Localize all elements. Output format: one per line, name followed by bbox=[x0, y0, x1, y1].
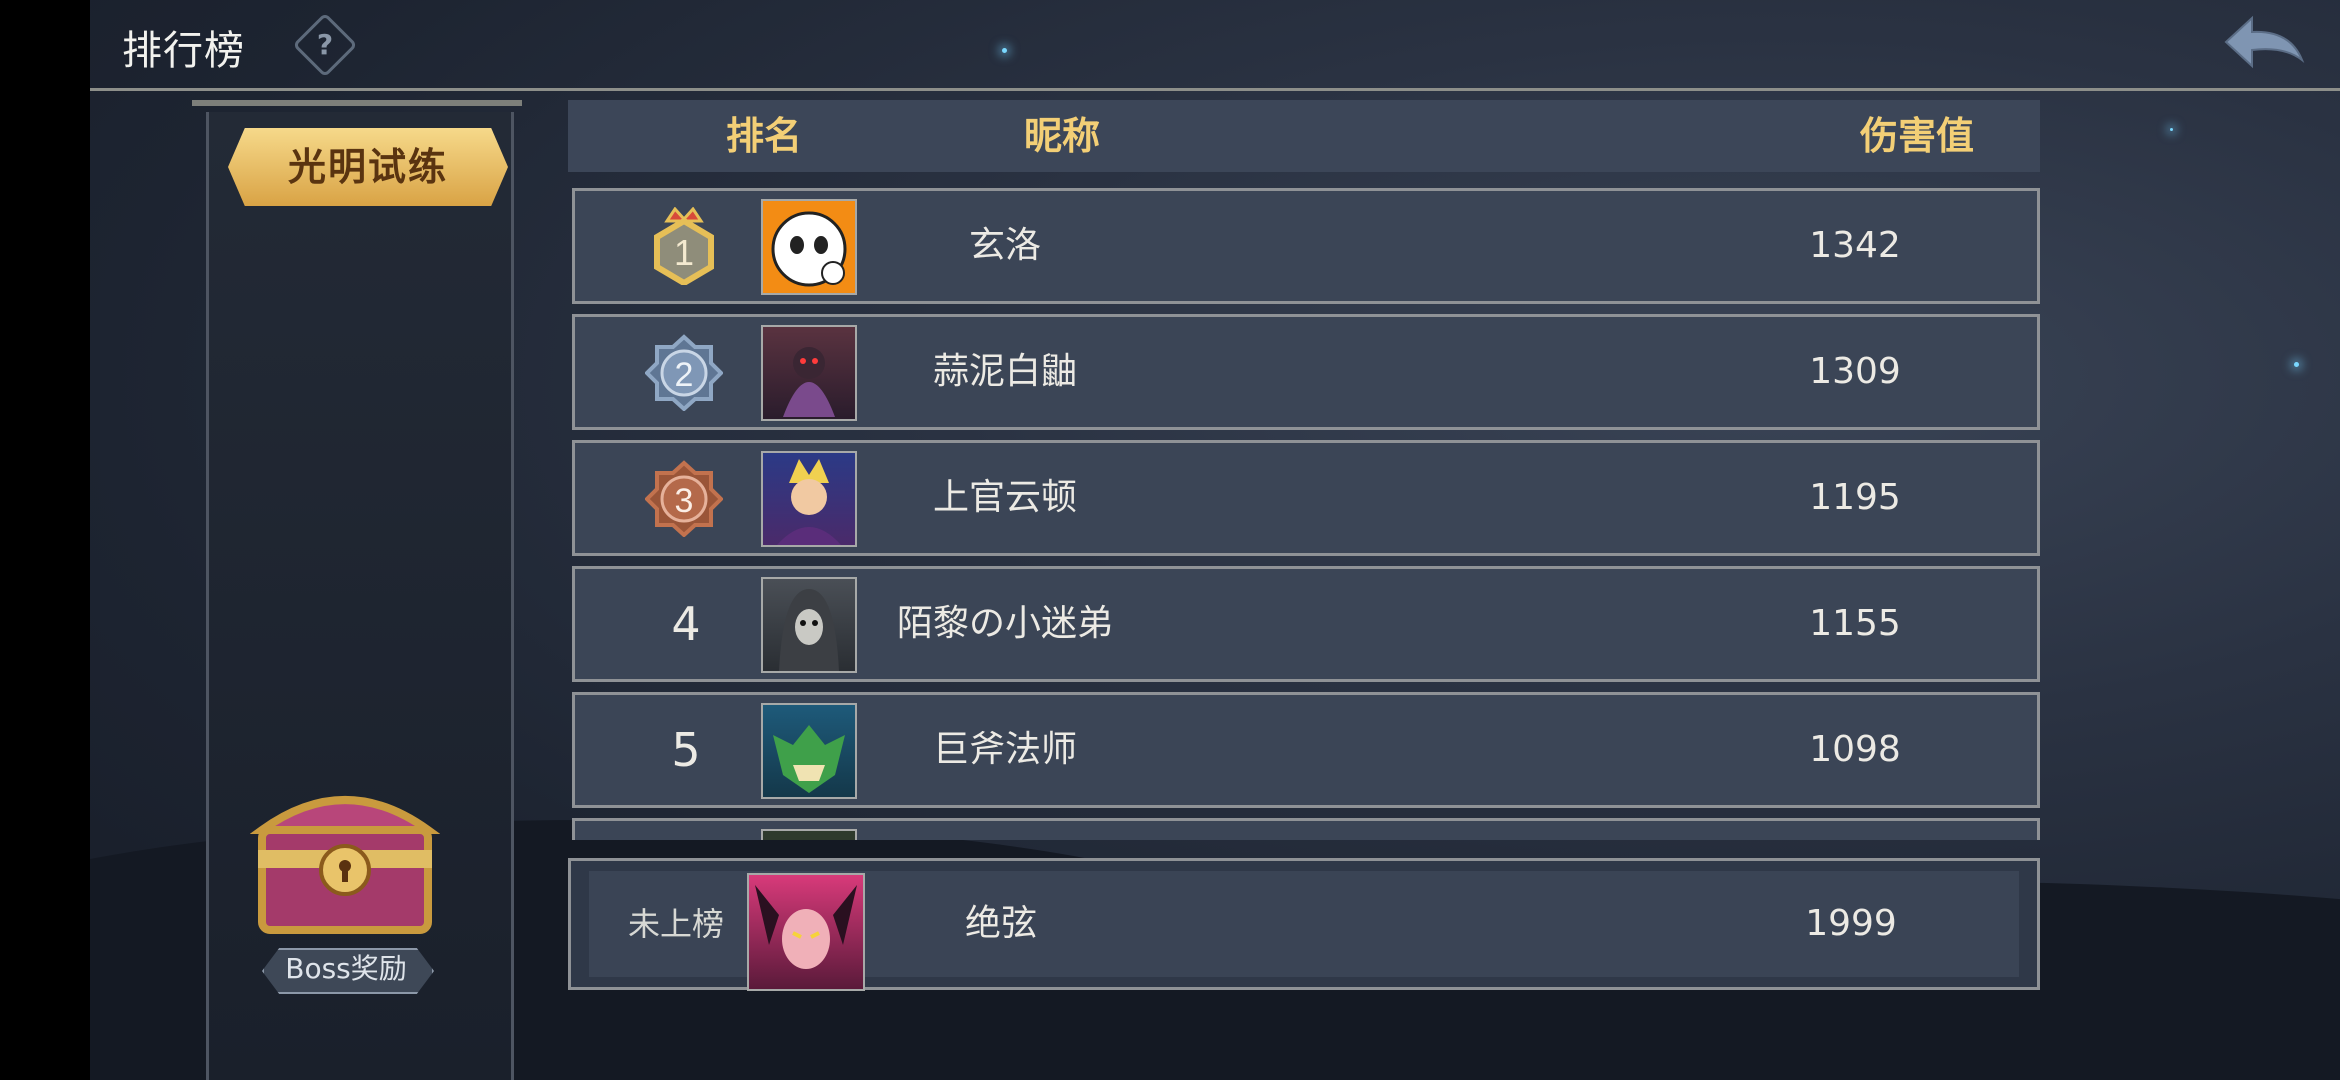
top-divider bbox=[90, 88, 2340, 91]
my-damage-score: 1999 bbox=[1805, 903, 1897, 944]
avatar[interactable] bbox=[761, 451, 857, 547]
top-bar: 排行榜 ? bbox=[90, 0, 2340, 91]
player-name: 巨斧法师 bbox=[932, 729, 1077, 770]
mode-tab-label: 光明试练 bbox=[287, 145, 448, 189]
table-row[interactable]: 2 蒜泥白鼬 1309 bbox=[572, 314, 2040, 430]
my-avatar[interactable] bbox=[747, 873, 865, 991]
star-decoration bbox=[2294, 362, 2299, 367]
avatar[interactable] bbox=[761, 325, 857, 421]
bronze-medal-icon: 3 bbox=[645, 460, 723, 537]
medal-number: 2 bbox=[675, 356, 694, 394]
table-row-partial[interactable] bbox=[572, 818, 2040, 840]
rank-number: 4 bbox=[671, 597, 701, 651]
my-ranking-row[interactable]: 未上榜 绝弦 1999 bbox=[568, 858, 2040, 991]
help-icon[interactable]: ? bbox=[292, 12, 358, 78]
damage-score: 1342 bbox=[1809, 225, 1901, 266]
table-row[interactable]: 4 陌黎の小迷弟 1155 bbox=[572, 566, 2040, 682]
page-title: 排行榜 bbox=[122, 28, 245, 74]
player-name: 陌黎の小迷弟 bbox=[896, 603, 1113, 644]
table-row[interactable]: 5 巨斧法师 1098 bbox=[572, 692, 2040, 808]
table-row[interactable]: 3 上官云顿 1195 bbox=[572, 440, 2040, 556]
column-damage: 伤害值 bbox=[1860, 114, 1975, 158]
column-rank: 排名 bbox=[726, 114, 803, 158]
player-name: 上官云顿 bbox=[932, 477, 1077, 518]
medal-number: 3 bbox=[675, 482, 694, 520]
damage-score: 1098 bbox=[1809, 729, 1901, 770]
gold-medal-icon: 1 bbox=[654, 207, 714, 285]
table-row[interactable]: 1 玄洛 1342 bbox=[572, 188, 2040, 304]
avatar[interactable] bbox=[761, 199, 857, 295]
boss-reward-label[interactable]: Boss奖励 bbox=[262, 948, 430, 990]
star-decoration bbox=[2170, 128, 2173, 131]
player-name: 玄洛 bbox=[968, 225, 1041, 266]
banner-rail bbox=[192, 100, 522, 106]
avatar[interactable] bbox=[761, 703, 857, 799]
back-arrow-icon[interactable] bbox=[2218, 10, 2308, 80]
avatar[interactable] bbox=[761, 577, 857, 673]
my-rank-status: 未上榜 bbox=[627, 905, 724, 943]
column-nickname: 昵称 bbox=[1024, 114, 1101, 158]
table-header: 排名 昵称 伤害值 bbox=[568, 100, 2040, 172]
damage-score: 1309 bbox=[1809, 351, 1901, 392]
silver-medal-icon: 2 bbox=[645, 334, 723, 411]
treasure-chest-icon[interactable] bbox=[250, 770, 440, 940]
mode-tab-button[interactable]: 光明试练 bbox=[228, 128, 508, 206]
avatar bbox=[761, 829, 857, 840]
damage-score: 1195 bbox=[1809, 477, 1901, 518]
medal-number: 1 bbox=[674, 232, 694, 273]
damage-score: 1155 bbox=[1809, 603, 1901, 644]
player-name: 蒜泥白鼬 bbox=[932, 351, 1077, 392]
my-name: 绝弦 bbox=[964, 903, 1037, 944]
rank-number: 5 bbox=[671, 723, 701, 777]
